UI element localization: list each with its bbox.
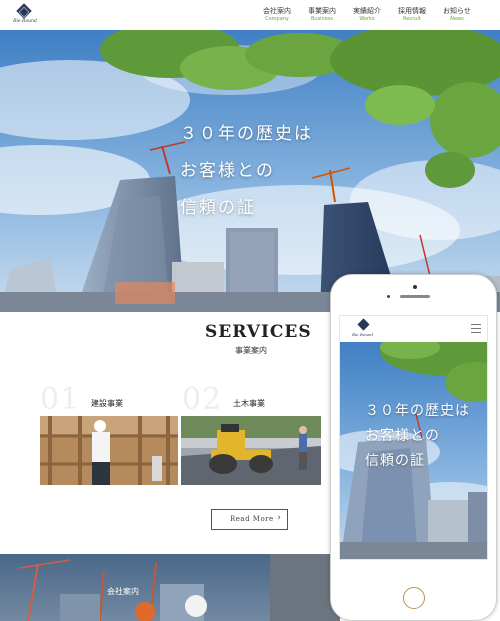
nav-item-company[interactable]: 会社案内 Company (260, 7, 294, 23)
hero-line: お客様との (180, 161, 275, 181)
service-number: 02 (182, 382, 223, 417)
company-label: 会社案内 (107, 587, 139, 596)
phone-home-button[interactable] (403, 587, 425, 609)
road-roller-photo-image (181, 416, 321, 485)
service-card-construction[interactable] (40, 416, 178, 485)
logo-text: Rie Round (13, 19, 37, 24)
nav-label-jp: 会社案内 (263, 7, 291, 15)
nav-label-jp: 実績紹介 (353, 7, 381, 15)
phone-speaker-icon (400, 295, 430, 298)
nav-label-en: Works (359, 16, 375, 22)
mobile-hero-line: 信頼の証 (365, 453, 425, 469)
hero-line: 信頼の証 (180, 198, 256, 218)
company-background-image (0, 554, 340, 621)
site-header: Rie Round 会社案内 Company 事業案内 Business 実績紹… (0, 0, 500, 30)
phone-sensor-icon (387, 295, 390, 298)
nav-label-en: Recruit (403, 16, 421, 22)
nav-label-en: Business (310, 16, 334, 22)
global-nav: 会社案内 Company 事業案内 Business 実績紹介 Works 採用… (260, 7, 474, 23)
hero-line: ３０年の歴史は (180, 124, 313, 144)
hamburger-icon[interactable] (471, 324, 481, 334)
mobile-hero-line: お客様との (365, 428, 440, 444)
mobile-hero-headline: ３０年の歴史は お客様との 信頼の証 (365, 399, 470, 474)
phone-camera-icon (413, 285, 417, 289)
chevron-right-icon: › (277, 513, 281, 523)
site-logo[interactable]: Rie Round (8, 3, 48, 28)
read-more-button[interactable]: Read More › (211, 509, 288, 530)
phone-screen: Rie Round ３０年の歴史は お客様との 信頼の証 (339, 315, 488, 560)
company-section[interactable]: 会社案内 (0, 554, 340, 621)
nav-label-jp: 採用情報 (398, 7, 426, 15)
hero-headline: ３０年の歴史は お客様との 信頼の証 (180, 116, 313, 227)
service-number: 01 (40, 382, 81, 417)
service-card-civil-engineering[interactable] (181, 416, 321, 485)
nav-item-news[interactable]: お知らせ News (440, 7, 474, 23)
nav-label-jp: 事業案内 (308, 7, 336, 15)
nav-label-en: Company (265, 16, 289, 22)
services-title: SERVICES (205, 322, 312, 342)
phone-mockup: Rie Round ３０年の歴史は お客様との 信頼の証 (330, 274, 497, 621)
read-more-label: Read More (230, 515, 274, 523)
mobile-hero: ３０年の歴史は お客様との 信頼の証 (340, 342, 487, 559)
mobile-logo-text: Rie Round (352, 332, 374, 337)
nav-item-business[interactable]: 事業案内 Business (305, 7, 339, 23)
hero-section: ３０年の歴史は お客様との 信頼の証 (0, 30, 500, 312)
nav-label-en: News (450, 16, 464, 22)
mobile-header: Rie Round (340, 316, 487, 342)
mobile-hero-line: ３０年の歴史は (365, 403, 470, 419)
nav-item-works[interactable]: 実績紹介 Works (350, 7, 384, 23)
service-label-civil-engineering: 土木事業 (233, 399, 265, 408)
logo-mark-icon (16, 3, 32, 19)
nav-item-recruit[interactable]: 採用情報 Recruit (395, 7, 429, 23)
service-label-construction: 建設事業 (91, 399, 123, 408)
construction-photo-image (40, 416, 178, 485)
nav-label-jp: お知らせ (443, 7, 471, 15)
services-subtitle: 事業案内 (235, 346, 267, 355)
mobile-logo-mark-icon (357, 318, 370, 331)
